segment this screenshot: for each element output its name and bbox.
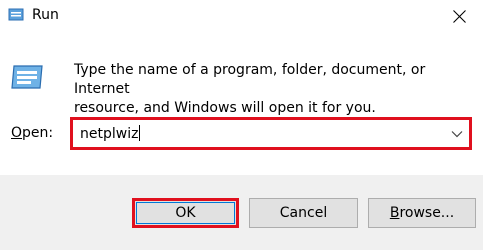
open-label: Open:: [11, 125, 53, 141]
open-input[interactable]: netplwiz: [80, 125, 141, 142]
ok-button-focus: OK: [136, 202, 235, 224]
window-title: Run: [32, 7, 59, 23]
browse-label-rest: rowse...: [399, 205, 455, 221]
ok-button[interactable]: OK: [132, 198, 239, 228]
close-button[interactable]: [439, 0, 479, 32]
open-label-accesskey: O: [11, 125, 23, 141]
text-caret: [139, 125, 141, 141]
open-combobox[interactable]: netplwiz: [70, 117, 472, 150]
description-line-1: Type the name of a program, folder, docu…: [74, 62, 426, 97]
run-program-icon: [11, 65, 43, 89]
description-text: Type the name of a program, folder, docu…: [74, 61, 474, 118]
cancel-button[interactable]: Cancel: [249, 198, 358, 228]
title-bar: Run: [0, 0, 483, 32]
description-line-2: resource, and Windows will open it for y…: [74, 100, 376, 116]
open-input-value: netplwiz: [80, 126, 139, 142]
cancel-button-label: Cancel: [279, 205, 328, 221]
browse-accesskey: B: [389, 205, 400, 221]
run-icon: [8, 8, 24, 21]
ok-button-label: OK: [175, 205, 196, 221]
open-label-rest: pen:: [22, 125, 54, 141]
close-icon: [452, 9, 466, 23]
browse-button-label: Browse...: [390, 205, 454, 221]
chevron-down-icon[interactable]: [451, 129, 463, 139]
browse-button[interactable]: Browse...: [368, 198, 476, 228]
